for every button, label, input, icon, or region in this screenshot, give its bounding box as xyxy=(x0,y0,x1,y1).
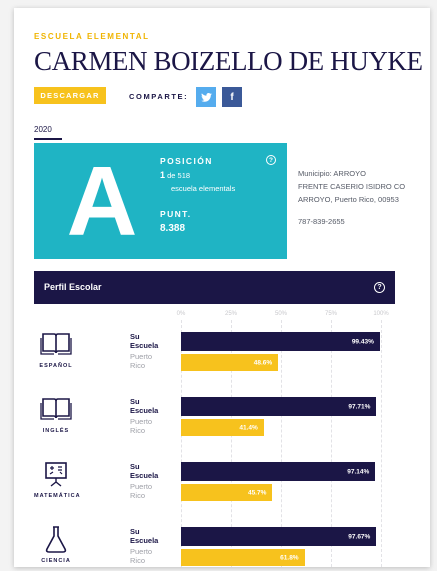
school-bar: 97.14% xyxy=(181,462,376,481)
series-label-pr: Puerto Rico xyxy=(130,417,153,435)
bar-value-label: 97.67% xyxy=(348,533,371,540)
help-icon[interactable]: ? xyxy=(374,282,385,293)
bar-value-label: 61.8% xyxy=(280,554,299,561)
pr-bar: 41.4% xyxy=(181,419,264,436)
year-tab[interactable]: 2020 xyxy=(34,125,52,134)
series-label-school: Su Escuela xyxy=(130,527,159,545)
twitter-icon xyxy=(200,92,212,102)
series-label-school: Su Escuela xyxy=(130,332,159,350)
school-phone: 787-839-2655 xyxy=(298,217,345,226)
subject-label: INGLÉS xyxy=(42,428,70,434)
position-subtitle: escuela elementals xyxy=(171,184,236,193)
facebook-icon: f xyxy=(230,91,234,103)
bar-value-label: 97.71% xyxy=(348,403,371,410)
axis-tick-label: 0% xyxy=(176,311,186,317)
axis-tick-label: 100% xyxy=(373,311,389,317)
subject-row: CIENCIA Su Escuela Puerto Rico 97.67% 61.8% xyxy=(34,525,395,567)
axis-tick-label: 75% xyxy=(324,311,338,317)
facebook-share-button[interactable]: f xyxy=(222,87,242,107)
axis-tick-label: 25% xyxy=(224,311,238,317)
series-label-pr: Puerto Rico xyxy=(130,547,153,565)
school-bar: 99.43% xyxy=(181,332,380,351)
pr-bar: 61.8% xyxy=(181,549,305,566)
position-label: POSICIÓN xyxy=(160,156,213,166)
book-icon xyxy=(38,330,74,358)
subject-label: ESPAÑOL xyxy=(39,363,73,369)
school-address: Municipio: ARROYO FRENTE CASERIO ISIDRO … xyxy=(298,167,405,206)
bar-value-label: 41.4% xyxy=(239,424,258,431)
score-value: 8.388 xyxy=(160,223,186,234)
download-button[interactable]: DESCARGAR xyxy=(34,87,106,104)
share-label: COMPARTE: xyxy=(129,92,189,101)
year-tab-underline xyxy=(34,138,62,140)
pr-bar: 48.6% xyxy=(181,354,279,371)
series-label-pr: Puerto Rico xyxy=(130,352,153,370)
profile-title: Perfil Escolar xyxy=(44,282,102,292)
axis-tick-label: 50% xyxy=(274,311,288,317)
subject-label: MATEMÁTICA xyxy=(34,493,81,499)
school-bar: 97.71% xyxy=(181,397,377,416)
bar-value-label: 45.7% xyxy=(247,489,267,496)
school-name: CARMEN BOIZELLO DE HUYKE xyxy=(34,46,423,76)
school-bar: 97.67% xyxy=(181,527,377,546)
grade-letter: A xyxy=(66,146,138,256)
pr-bar: 45.7% xyxy=(181,484,273,501)
address-line: FRENTE CASERIO ISIDRO CO xyxy=(298,182,406,191)
book-icon xyxy=(38,395,74,423)
flask-icon xyxy=(38,525,74,553)
bar-value-label: 48.6% xyxy=(253,359,273,366)
series-label-school: Su Escuela xyxy=(130,462,159,480)
twitter-share-button[interactable] xyxy=(196,87,216,107)
municipality: Municipio: ARROYO xyxy=(298,169,366,178)
help-icon[interactable]: ? xyxy=(266,155,276,165)
subject-label: CIENCIA xyxy=(41,558,71,564)
subject-row: INGLÉS Su Escuela Puerto Rico 97.71% 41.4% xyxy=(34,395,395,445)
profile-header: Perfil Escolar ? xyxy=(34,271,395,304)
school-level: ESCUELA ELEMENTAL xyxy=(34,32,150,41)
position-total: de 518 xyxy=(167,171,191,180)
subject-row: ESPAÑOL Su Escuela Puerto Rico 99.43% 48.6% xyxy=(34,330,395,380)
grade-panel: A POSICIÓN ? 1 de 518 escuela elementals… xyxy=(34,143,287,259)
school-card: ESCUELA ELEMENTAL CARMEN BOIZELLO DE HUY… xyxy=(14,8,430,567)
score-label: PUNT. xyxy=(160,209,192,219)
position-rank: 1 xyxy=(160,170,166,180)
subject-row: MATEMÁTICA Su Escuela Puerto Rico 97.14% 45.7% xyxy=(34,460,395,510)
bar-value-label: 97.14% xyxy=(347,468,370,475)
bar-value-label: 99.43% xyxy=(351,338,374,345)
position-value: 1 de 518 xyxy=(160,170,190,180)
series-label-pr: Puerto Rico xyxy=(130,482,153,500)
city-line: ARROYO, Puerto Rico, 00953 xyxy=(298,195,399,204)
series-label-school: Su Escuela xyxy=(130,397,159,415)
math-board-icon xyxy=(38,460,74,488)
